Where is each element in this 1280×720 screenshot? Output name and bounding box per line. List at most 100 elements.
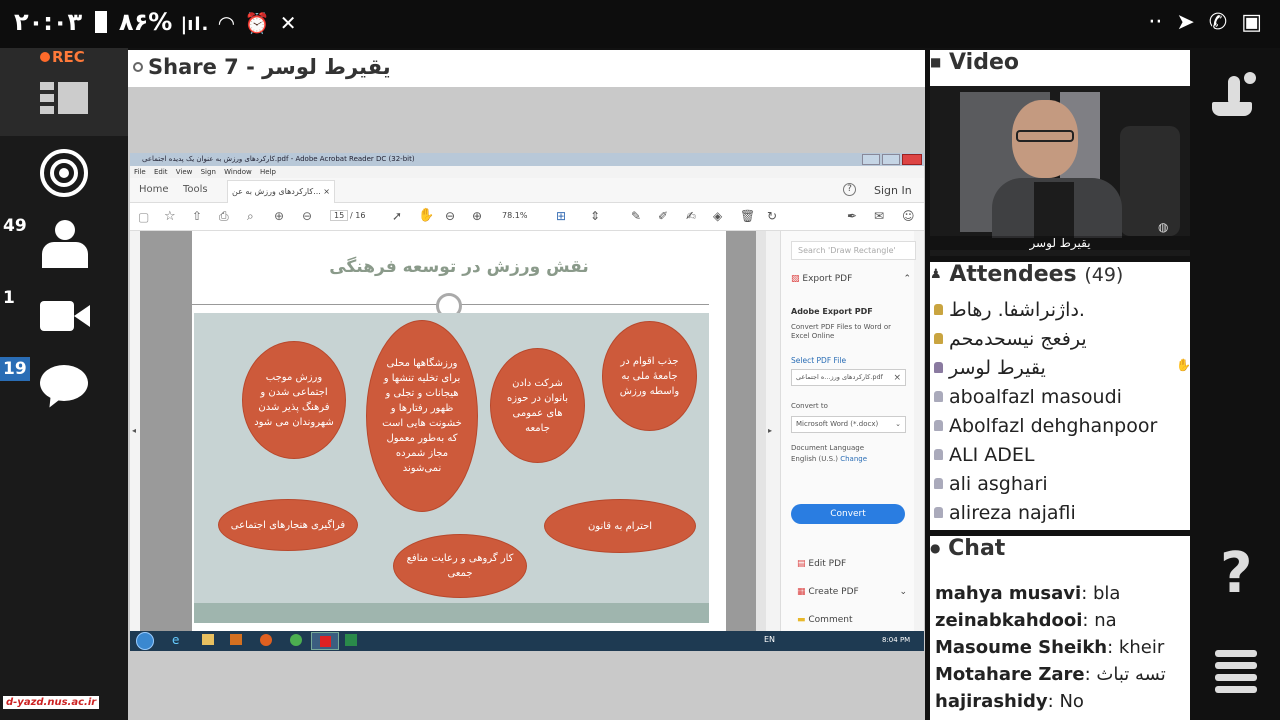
raise-hand-icon[interactable] — [1212, 72, 1260, 120]
create-pdf-tool[interactable]: ▦ Create PDF ⌄ — [797, 587, 907, 597]
delete-icon[interactable]: 🗑 — [740, 209, 755, 223]
menu-help[interactable]: Help — [260, 168, 276, 176]
share-icon[interactable] — [40, 149, 88, 197]
explorer-icon[interactable] — [202, 634, 214, 645]
attendee-item[interactable]: alireza najafli — [930, 499, 1190, 528]
print-icon[interactable]: ⎙ — [219, 209, 229, 224]
camera-icon[interactable] — [40, 301, 90, 331]
bubble-teamwork: کار گروهی و رعایت منافع جمعی — [393, 534, 527, 598]
minimize-button[interactable] — [862, 154, 880, 165]
document-area: نقش ورزش در توسعه فرهنگی جذب اقوام در جا… — [132, 231, 772, 633]
tools-search-input[interactable]: Search 'Draw Rectangle' — [791, 241, 916, 260]
firefox-icon[interactable] — [260, 634, 272, 646]
select-tool-icon[interactable]: ➚ — [392, 209, 402, 223]
highlight-tool-icon[interactable]: ✍ — [686, 209, 696, 223]
camera-count-badge: 1 — [3, 288, 15, 308]
menu-file[interactable]: File — [134, 168, 146, 176]
slide-panel: جذب اقوام در جامعهٔ ملی به واسطه ورزش شر… — [194, 313, 709, 623]
scroll-mode-icon[interactable]: ⇕ — [590, 209, 600, 223]
upload-icon[interactable]: ⇧ — [192, 209, 202, 223]
account-icon[interactable]: ☺ — [902, 209, 915, 223]
zoom-search-icon[interactable]: ⌕ — [247, 209, 254, 224]
chat-message: hajirashidy: No — [935, 691, 1084, 712]
clear-file-icon[interactable]: × — [893, 373, 901, 383]
ie-icon[interactable]: e — [172, 633, 179, 647]
undo-icon[interactable]: ↻ — [767, 209, 777, 223]
start-button[interactable] — [136, 632, 154, 650]
comment-tool[interactable]: ▬ Comment — [797, 615, 853, 625]
comment-tool-icon[interactable]: ✎ — [631, 209, 641, 223]
help-icon[interactable]: ? — [843, 183, 856, 196]
convert-button[interactable]: Convert — [791, 504, 905, 524]
attendee-item[interactable]: ALI ADEL — [930, 441, 1190, 470]
tab-document[interactable]: کارکردهای ورزش به عن... × — [227, 180, 335, 203]
status-notifications: ·· ➤ ✆ ▣ — [1148, 10, 1262, 35]
edit-pdf-tool[interactable]: ▤ Edit PDF — [797, 559, 846, 569]
selected-file-field[interactable]: کارکردهای ورز...ه اجتماعی.pdf × — [791, 369, 906, 386]
chat-title: Chat — [948, 536, 1006, 561]
email-icon[interactable]: ✉ — [874, 209, 884, 223]
menu-edit[interactable]: Edit — [154, 168, 168, 176]
page-down-icon[interactable]: ⊖ — [302, 209, 312, 223]
user-icon[interactable] — [42, 220, 88, 268]
layout-icon[interactable] — [40, 82, 88, 116]
bubble-socialization: ورزش موجب اجتماعی شدن و فرهنگ پذیر شدن ش… — [242, 341, 346, 459]
convert-format-select[interactable]: Microsoft Word (*.docx) ⌄ — [791, 416, 906, 433]
pen-tool-icon[interactable]: ✐ — [658, 209, 668, 223]
chat-text: na — [1094, 610, 1117, 631]
share-pin-icon[interactable] — [133, 62, 143, 72]
comment-icon: ▬ — [797, 615, 806, 625]
stamp-tool-icon[interactable]: ◈ — [713, 209, 722, 223]
hand-tool-icon[interactable]: ✋ — [418, 208, 434, 223]
tab-close-icon[interactable]: × — [323, 187, 330, 196]
save-icon[interactable]: ▢ — [138, 210, 149, 224]
vertical-scrollbar[interactable] — [756, 231, 766, 633]
attendee-item[interactable]: ali asghari — [930, 470, 1190, 499]
zoom-out-icon[interactable]: ⊖ — [445, 209, 455, 223]
attendee-item[interactable]: داژنراشفا. رهاط. — [930, 296, 1190, 325]
collapse-right-arrow[interactable]: ▸ — [768, 426, 772, 435]
chat-text: تسه تباث — [1096, 664, 1166, 685]
attendee-item[interactable]: Abolfazl dehghanpoor — [930, 412, 1190, 441]
chrome-icon[interactable] — [290, 634, 302, 646]
maximize-button[interactable] — [882, 154, 900, 165]
create-pdf-icon: ▦ — [797, 587, 806, 597]
tab-document-label: کارکردهای ورزش به عن... — [232, 187, 321, 196]
change-language-link[interactable]: Change — [840, 455, 867, 463]
fill-sign-icon[interactable]: ✒ — [847, 209, 857, 223]
tab-tools[interactable]: Tools — [183, 184, 208, 195]
sign-in-link[interactable]: Sign In — [874, 184, 912, 197]
fit-page-icon[interactable]: ⊞ — [556, 209, 566, 223]
bookmark-star-icon[interactable]: ☆ — [164, 209, 176, 224]
menu-view[interactable]: View — [176, 168, 193, 176]
attendees-list[interactable]: داژنراشفا. رهاط. یرفعج نیسحدمحم یقیرط لو… — [930, 296, 1190, 530]
attendee-name: یقیرط لوسر — [949, 357, 1046, 379]
page-up-icon[interactable]: ⊕ — [274, 209, 284, 223]
close-button[interactable] — [902, 154, 922, 165]
zoom-level[interactable]: 78.1% — [502, 211, 527, 220]
right-tools-pane: Search 'Draw Rectangle' ▧ Export PDF ⌃ A… — [780, 231, 916, 633]
menu-sign[interactable]: Sign — [201, 168, 216, 176]
taskbar-lang[interactable]: EN — [764, 635, 775, 644]
attendee-item[interactable]: یرفعج نیسحدمحم — [930, 325, 1190, 354]
media-icon[interactable] — [230, 634, 242, 645]
window-controls[interactable] — [862, 154, 922, 165]
page-number-input[interactable]: 15 — [330, 210, 349, 221]
chevron-down-icon[interactable]: ⌄ — [899, 587, 907, 597]
help-question-icon[interactable]: ? — [1220, 546, 1252, 602]
excel-icon[interactable] — [345, 634, 357, 646]
attendee-item[interactable]: یقیرط لوسر — [930, 354, 1190, 383]
menu-window[interactable]: Window — [224, 168, 252, 176]
collapse-left-arrow[interactable]: ◂ — [132, 426, 136, 435]
chevron-up-icon[interactable]: ⌃ — [903, 274, 911, 284]
attendee-item[interactable]: aboalfazl masoudi — [930, 383, 1190, 412]
tab-home[interactable]: Home — [139, 184, 169, 195]
zoom-in-icon[interactable]: ⊕ — [472, 209, 482, 223]
export-pdf-header[interactable]: ▧ Export PDF ⌃ — [791, 274, 911, 284]
chat-messages[interactable]: mahya musavi: bla zeinabkahdooi: na Maso… — [930, 572, 1190, 720]
menu-hamburger-icon[interactable] — [1215, 650, 1257, 694]
acrobat-window: کارکردهای ورزش به عنوان یک پدیده اجتماعی… — [130, 153, 924, 651]
chat-user: hajirashidy — [935, 691, 1048, 712]
chat-icon[interactable] — [40, 365, 88, 411]
acrobat-taskbar-icon[interactable] — [311, 632, 339, 650]
